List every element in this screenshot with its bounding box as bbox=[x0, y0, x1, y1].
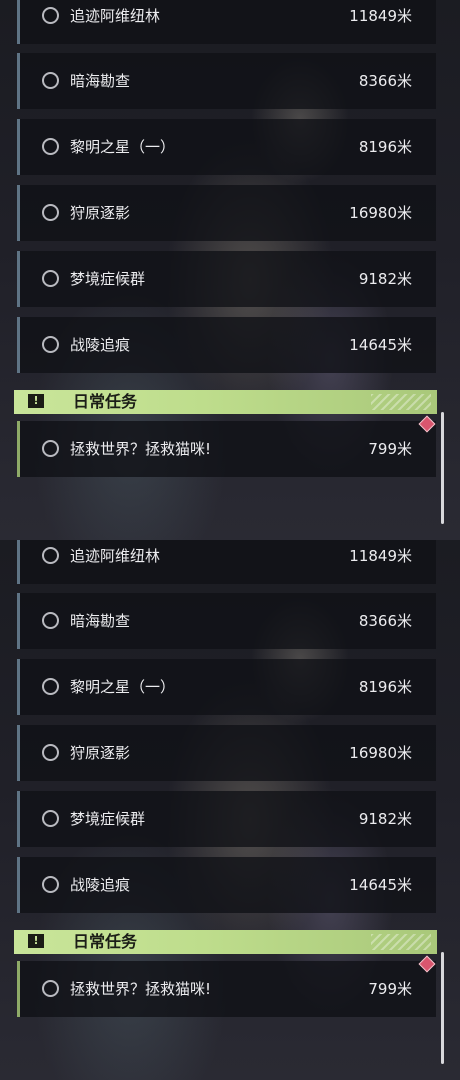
task-name: 暗海勘查 bbox=[70, 72, 131, 90]
task-distance: 8196米 bbox=[358, 678, 412, 696]
task-distance: 16980米 bbox=[349, 744, 412, 762]
task-distance: 799米 bbox=[368, 980, 412, 998]
scrollbar[interactable] bbox=[441, 412, 444, 524]
section-title: 日常任务 bbox=[73, 932, 138, 951]
circle-icon bbox=[42, 744, 59, 761]
section-title: 日常任务 bbox=[73, 392, 138, 411]
task-distance: 8366米 bbox=[358, 72, 412, 90]
circle-icon bbox=[42, 270, 59, 287]
task-name: 战陵追痕 bbox=[70, 336, 131, 354]
task-name: 追迹阿维纽林 bbox=[70, 547, 161, 565]
scrollbar[interactable] bbox=[441, 952, 444, 1064]
task-item[interactable]: 梦境症候群 9182米 bbox=[17, 251, 436, 307]
task-name: 追迹阿维纽林 bbox=[70, 7, 161, 25]
task-name: 狩原逐影 bbox=[70, 744, 131, 762]
task-item[interactable]: 梦境症候群 9182米 bbox=[17, 791, 436, 847]
task-distance: 8366米 bbox=[358, 612, 412, 630]
task-item[interactable]: 暗海勘查 8366米 bbox=[17, 593, 436, 649]
task-name: 狩原逐影 bbox=[70, 204, 131, 222]
task-distance: 16980米 bbox=[349, 204, 412, 222]
task-item[interactable]: 暗海勘查 8366米 bbox=[17, 53, 436, 109]
circle-icon bbox=[42, 336, 59, 353]
task-item[interactable]: 黎明之星（一） 8196米 bbox=[17, 119, 436, 175]
task-distance: 799米 bbox=[368, 440, 412, 458]
section-header-daily: ! 日常任务 bbox=[14, 390, 437, 414]
task-panel-2: 追迹阿维纽林 11849米 暗海勘查 8366米 黎明之星（一） 8196米 狩… bbox=[0, 540, 460, 1080]
circle-icon bbox=[42, 440, 59, 457]
decorative-stripes bbox=[371, 934, 431, 950]
task-distance: 9182米 bbox=[358, 270, 412, 288]
task-item[interactable]: 战陵追痕 14645米 bbox=[17, 317, 436, 373]
circle-icon bbox=[42, 138, 59, 155]
circle-icon bbox=[42, 7, 59, 24]
task-item[interactable]: 狩原逐影 16980米 bbox=[17, 185, 436, 241]
task-distance: 9182米 bbox=[358, 810, 412, 828]
daily-task-item[interactable]: 拯救世界？拯救猫咪! 799米 bbox=[17, 421, 436, 477]
circle-icon bbox=[42, 876, 59, 893]
task-name: 暗海勘查 bbox=[70, 612, 131, 630]
exclamation-icon: ! bbox=[28, 394, 44, 408]
task-name: 黎明之星（一） bbox=[70, 138, 176, 156]
section-header-daily: ! 日常任务 bbox=[14, 930, 437, 954]
task-distance: 8196米 bbox=[358, 138, 412, 156]
circle-icon bbox=[42, 612, 59, 629]
exclamation-icon: ! bbox=[28, 934, 44, 948]
circle-icon bbox=[42, 547, 59, 564]
task-name: 拯救世界？拯救猫咪! bbox=[70, 980, 212, 998]
circle-icon bbox=[42, 810, 59, 827]
circle-icon bbox=[42, 980, 59, 997]
task-name: 拯救世界？拯救猫咪! bbox=[70, 440, 212, 458]
task-panel-1: 追迹阿维纽林 11849米 暗海勘查 8366米 黎明之星（一） 8196米 狩… bbox=[0, 0, 460, 540]
circle-icon bbox=[42, 678, 59, 695]
task-distance: 11849米 bbox=[349, 547, 412, 565]
task-item[interactable]: 战陵追痕 14645米 bbox=[17, 857, 436, 913]
task-distance: 14645米 bbox=[349, 336, 412, 354]
circle-icon bbox=[42, 204, 59, 221]
task-name: 战陵追痕 bbox=[70, 876, 131, 894]
task-item[interactable]: 黎明之星（一） 8196米 bbox=[17, 659, 436, 715]
task-distance: 11849米 bbox=[349, 7, 412, 25]
task-name: 黎明之星（一） bbox=[70, 678, 176, 696]
task-item[interactable]: 狩原逐影 16980米 bbox=[17, 725, 436, 781]
task-name: 梦境症候群 bbox=[70, 270, 146, 288]
daily-task-item[interactable]: 拯救世界？拯救猫咪! 799米 bbox=[17, 961, 436, 1017]
task-item[interactable]: 追迹阿维纽林 11849米 bbox=[17, 540, 436, 584]
task-name: 梦境症候群 bbox=[70, 810, 146, 828]
decorative-stripes bbox=[371, 394, 431, 410]
task-item[interactable]: 追迹阿维纽林 11849米 bbox=[17, 0, 436, 44]
circle-icon bbox=[42, 72, 59, 89]
task-distance: 14645米 bbox=[349, 876, 412, 894]
